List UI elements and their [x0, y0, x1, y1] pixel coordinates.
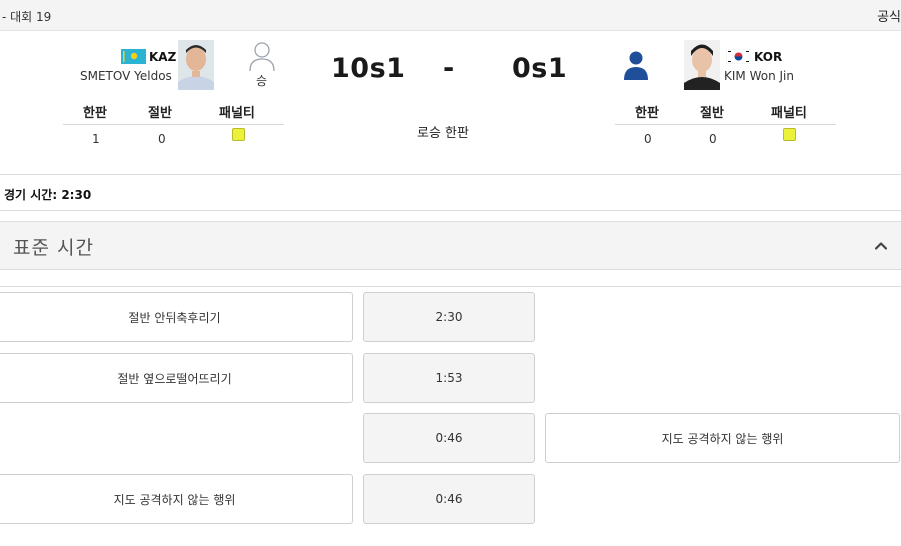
- blue-ippon-value: 0: [644, 132, 652, 146]
- chevron-up-icon[interactable]: [875, 240, 887, 252]
- blue-stats: 한판 절반 패널티 0 0: [615, 102, 836, 152]
- red-waza-ari-header: 절반: [148, 106, 172, 121]
- divider: [0, 174, 901, 175]
- red-waza-ari-value: 0: [158, 132, 166, 146]
- winner-label: 승: [256, 74, 268, 88]
- blue-score: 0s1: [512, 53, 568, 84]
- competition-label: - 대회 19: [2, 10, 52, 24]
- divider: [63, 124, 284, 125]
- korea-flag-icon: [726, 49, 751, 64]
- divider: [0, 286, 901, 287]
- person-outline-icon: [249, 42, 275, 72]
- blue-penalty-header: 패널티: [771, 106, 807, 121]
- red-stats: 한판 절반 패널티 1 0: [63, 102, 284, 152]
- official-label: 공식: [877, 10, 901, 25]
- blue-waza-ari-header: 절반: [700, 106, 724, 121]
- event-blue-3: 지도 공격하지 않는 행위: [545, 413, 900, 463]
- penalty-card-icon: [232, 128, 245, 141]
- blue-athlete-photo: [684, 40, 720, 90]
- person-filled-icon: [624, 51, 648, 80]
- blue-country-code: KOR: [754, 50, 783, 64]
- divider: [0, 210, 901, 211]
- divider: [615, 124, 836, 125]
- red-country-code: KAZ: [149, 50, 177, 64]
- blue-ippon-header: 한판: [635, 106, 659, 121]
- blue-athlete-name[interactable]: KIM Won Jin: [724, 69, 794, 83]
- event-time-1: 2:30: [363, 292, 535, 342]
- event-time-3: 0:46: [363, 413, 535, 463]
- event-red-4: 지도 공격하지 않는 행위: [0, 474, 353, 524]
- score-separator: -: [443, 53, 455, 84]
- red-athlete-photo: [178, 40, 214, 90]
- penalty-card-icon: [783, 128, 796, 141]
- red-ippon-header: 한판: [83, 106, 107, 121]
- competition-bar: - 대회 19 공식: [0, 0, 901, 31]
- result-text: 로승 한판: [417, 126, 469, 141]
- event-time-4: 0:46: [363, 474, 535, 524]
- red-penalty-header: 패널티: [219, 106, 255, 121]
- match-time: 경기 시간: 2:30: [4, 188, 92, 202]
- event-red-1: 절반 안뒤축후리기: [0, 292, 353, 342]
- section-title: 표준 시간: [13, 237, 94, 259]
- red-ippon-value: 1: [92, 132, 100, 146]
- red-athlete-name[interactable]: SMETOV Yeldos: [80, 69, 172, 83]
- red-score: 10s1: [331, 53, 406, 84]
- blue-waza-ari-value: 0: [709, 132, 717, 146]
- event-time-2: 1:53: [363, 353, 535, 403]
- kazakhstan-flag-icon: [121, 49, 146, 64]
- event-red-2: 절반 옆으로떨어뜨리기: [0, 353, 353, 403]
- section-header-standard-time[interactable]: 표준 시간: [0, 221, 901, 270]
